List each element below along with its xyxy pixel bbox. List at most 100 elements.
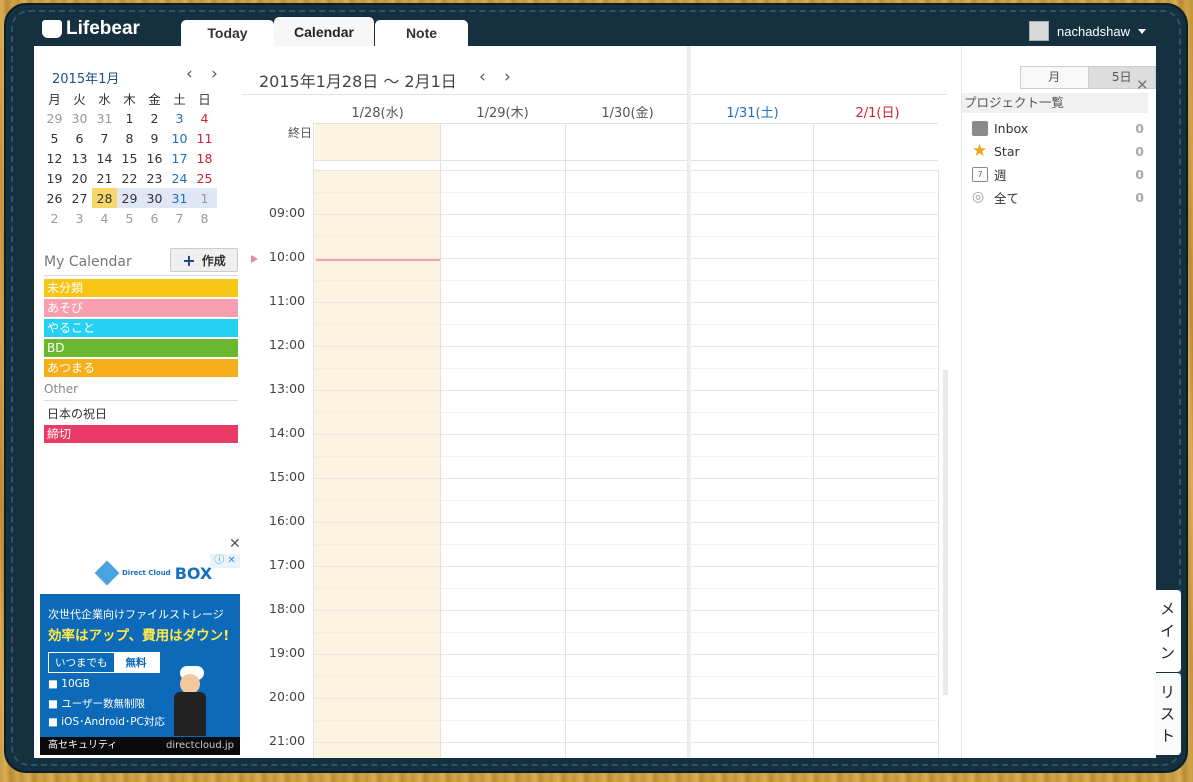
hour-line: [313, 214, 938, 215]
week-row-current: 26 27 28 29 30 31 1: [42, 188, 217, 208]
logo[interactable]: Lifebear: [42, 18, 140, 40]
tab-today[interactable]: Today: [181, 20, 274, 46]
calendar-category[interactable]: BD: [44, 339, 238, 357]
day-cell[interactable]: 2: [142, 108, 167, 128]
day-cell[interactable]: 8: [192, 208, 217, 228]
day-cell[interactable]: 13: [67, 148, 92, 168]
create-button[interactable]: + 作成: [170, 248, 238, 272]
allday-label: 終日: [288, 126, 313, 140]
half-hour-line: [313, 632, 938, 633]
day-cell[interactable]: 14: [92, 148, 117, 168]
mini-calendar: 月火水木金土日 29 30 31 1 2 3 4 5 6 7 8 9 10 11 12 13 14 15 16 1…: [42, 88, 217, 228]
day-cell[interactable]: 7: [92, 128, 117, 148]
project-item-all[interactable]: ◎ 全て 0: [972, 187, 1144, 207]
day-cell[interactable]: 22: [117, 168, 142, 188]
day-cell[interactable]: 25: [192, 168, 217, 188]
day-cell[interactable]: 4: [92, 208, 117, 228]
hour-line: [313, 610, 938, 611]
day-cell[interactable]: 12: [42, 148, 67, 168]
day-cell[interactable]: 27: [67, 188, 92, 208]
day-cell[interactable]: 17: [167, 148, 192, 168]
project-item-week[interactable]: 7週 0: [972, 164, 1144, 184]
ad-line1: 次世代企業向けファイルストレージ: [48, 608, 224, 621]
day-cell[interactable]: 23: [142, 168, 167, 188]
holiday-calendar[interactable]: 日本の祝日: [44, 405, 107, 422]
day-cell[interactable]: 1: [192, 188, 217, 208]
side-tab-list[interactable]: リスト: [1154, 673, 1181, 755]
calendar-category[interactable]: やること: [44, 319, 238, 337]
hour-line: [313, 654, 938, 655]
day-cell[interactable]: 26: [42, 188, 67, 208]
day-cell[interactable]: 15: [117, 148, 142, 168]
day-cell[interactable]: 3: [67, 208, 92, 228]
scrollbar[interactable]: [943, 370, 948, 695]
day-cell[interactable]: 7: [167, 208, 192, 228]
close-icon[interactable]: ✕: [1136, 76, 1149, 94]
calendar-category[interactable]: あそび: [44, 299, 238, 317]
time-label: 20:00: [269, 689, 306, 704]
day-cell[interactable]: 5: [42, 128, 67, 148]
day-cell[interactable]: 19: [42, 168, 67, 188]
hour-line: [313, 302, 938, 303]
day-cell[interactable]: 24: [167, 168, 192, 188]
time-label: 18:00: [269, 601, 306, 616]
day-cell[interactable]: 4: [192, 108, 217, 128]
day-cell-today[interactable]: 28: [92, 188, 117, 208]
tab-calendar[interactable]: Calendar: [274, 17, 374, 48]
deadline-calendar[interactable]: 締切: [44, 425, 238, 443]
day-cell[interactable]: 31: [92, 108, 117, 128]
day-header[interactable]: 1/28(水): [315, 102, 440, 121]
day-cell[interactable]: 11: [192, 128, 217, 148]
side-tab-main[interactable]: メイン: [1154, 590, 1181, 672]
day-cell[interactable]: 9: [142, 128, 167, 148]
ad-info-icon[interactable]: ⓘ ✕: [210, 554, 240, 568]
today-allday-cell[interactable]: [315, 124, 440, 160]
day-cell[interactable]: 29: [42, 108, 67, 128]
day-cell[interactable]: 21: [92, 168, 117, 188]
prev-week-button[interactable]: ‹: [479, 67, 486, 87]
ad-banner[interactable]: Direct Cloud BOX ⓘ ✕ 次世代企業向けファイルストレージ 効率は…: [40, 552, 240, 755]
day-cell[interactable]: 20: [67, 168, 92, 188]
ad-close-icon[interactable]: ✕: [229, 536, 241, 552]
user-menu[interactable]: nachadshaw: [1029, 21, 1146, 41]
day-header[interactable]: 2/1(日): [815, 102, 940, 121]
day-cell[interactable]: 29: [117, 188, 142, 208]
calendar-category[interactable]: あつまる: [44, 359, 238, 377]
day-header[interactable]: 1/29(木): [440, 102, 565, 121]
divider: [44, 275, 238, 276]
project-title: プロジェクト一覧: [962, 93, 1148, 113]
project-item-star[interactable]: ★ Star 0: [972, 141, 1144, 161]
all-icon: ◎: [972, 188, 985, 205]
mini-prev-button[interactable]: ‹: [186, 64, 193, 84]
day-cell[interactable]: 30: [142, 188, 167, 208]
day-cell[interactable]: 1: [117, 108, 142, 128]
day-cell[interactable]: 2: [42, 208, 67, 228]
day-cell[interactable]: 30: [67, 108, 92, 128]
main-panel: 2015年1月 ‹ › 月火水木金土日 29 30 31 1 2 3 4 5 6 7 8 9 10 11…: [34, 46, 1156, 758]
tab-note[interactable]: Note: [375, 20, 468, 46]
day-cell[interactable]: 5: [117, 208, 142, 228]
next-week-button[interactable]: ›: [504, 67, 511, 87]
project-item-inbox[interactable]: Inbox 0: [972, 118, 1144, 138]
inbox-icon: [972, 120, 988, 136]
day-header[interactable]: 1/30(金): [565, 102, 690, 121]
calendar-category[interactable]: 未分類: [44, 279, 238, 297]
day-header[interactable]: 1/31(土): [690, 102, 815, 121]
hour-line: [313, 434, 938, 435]
day-cell[interactable]: 31: [167, 188, 192, 208]
day-cell[interactable]: 8: [117, 128, 142, 148]
mini-calendar-title: 2015年1月: [52, 72, 120, 87]
ad-bullet: ■ iOS･Android･PC対応: [48, 716, 165, 728]
side-tab-char: メ: [1159, 600, 1175, 618]
day-cell[interactable]: 6: [67, 128, 92, 148]
project-label: 週: [994, 167, 1007, 183]
week-row: 29 30 31 1 2 3 4: [42, 108, 217, 128]
top-bar: Lifebear Today Calendar Note nachadshaw: [30, 14, 1160, 48]
day-cell[interactable]: 3: [167, 108, 192, 128]
day-cell[interactable]: 16: [142, 148, 167, 168]
mini-next-button[interactable]: ›: [211, 64, 218, 84]
day-cell[interactable]: 10: [167, 128, 192, 148]
day-cell[interactable]: 18: [192, 148, 217, 168]
weekday-label: 土: [173, 91, 186, 107]
day-cell[interactable]: 6: [142, 208, 167, 228]
